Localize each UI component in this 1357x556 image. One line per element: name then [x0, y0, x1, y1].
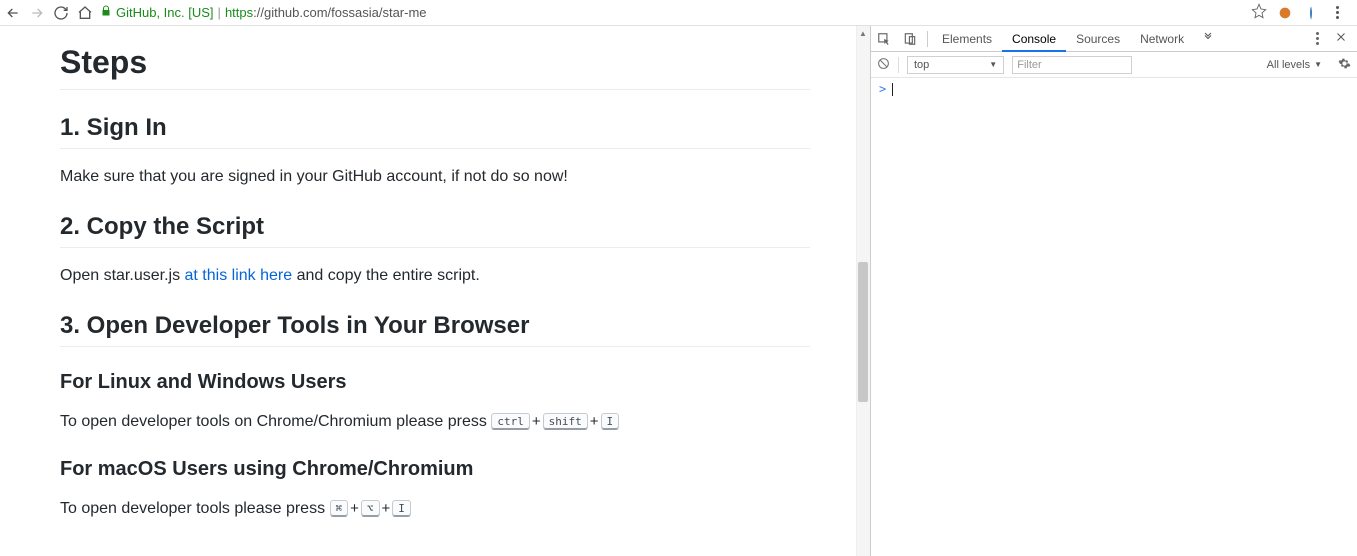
page-title: Steps [60, 44, 810, 90]
section-heading: 2. Copy the Script [60, 213, 810, 248]
paragraph: To open developer tools please press ⌘+⌥… [60, 497, 810, 521]
extension-icon-1[interactable] [1277, 5, 1293, 21]
kbd-key: I [392, 500, 411, 517]
paragraph: Make sure that you are signed in your Gi… [60, 165, 810, 189]
scroll-up-icon[interactable]: ▲ [856, 26, 870, 40]
paragraph: Open star.user.js at this link here and … [60, 264, 810, 288]
scrollbar[interactable]: ▲ [856, 26, 870, 556]
address-separator: | [218, 5, 221, 20]
devtools-close-icon[interactable] [1335, 31, 1347, 46]
chevron-down-icon: ▼ [989, 60, 997, 69]
tabs-overflow-icon[interactable] [1194, 31, 1222, 46]
tab-elements[interactable]: Elements [932, 26, 1002, 52]
tab-network[interactable]: Network [1130, 26, 1194, 52]
log-levels-selector[interactable]: All levels▼ [1267, 59, 1322, 71]
section-heading: 1. Sign In [60, 114, 810, 149]
tab-sources[interactable]: Sources [1066, 26, 1130, 52]
paragraph: To open developer tools on Chrome/Chromi… [60, 410, 810, 434]
device-toggle-icon[interactable] [897, 26, 923, 52]
bookmark-star-icon[interactable] [1251, 3, 1267, 22]
filter-input[interactable]: Filter [1012, 56, 1132, 74]
address-bar[interactable]: GitHub, Inc. [US] | https://github.com/f… [100, 5, 1245, 20]
clear-console-icon[interactable] [877, 57, 890, 73]
forward-button[interactable] [28, 4, 46, 22]
extension-icon-2[interactable] [1303, 5, 1319, 21]
browser-toolbar: GitHub, Inc. [US] | https://github.com/f… [0, 0, 1357, 26]
section-heading: 3. Open Developer Tools in Your Browser [60, 312, 810, 347]
kbd-key: ⌥ [361, 500, 380, 517]
devtools-tabbar: Elements Console Sources Network [871, 26, 1357, 52]
url-text: https://github.com/fossasia/star-me [225, 5, 427, 20]
kbd-key: ctrl [491, 413, 530, 430]
subsection-heading: For macOS Users using Chrome/Chromium [60, 458, 810, 481]
kbd-key: ⌘ [330, 500, 349, 517]
security-org: GitHub, Inc. [US] [116, 5, 214, 20]
kbd-key: I [601, 413, 620, 430]
devtools-panel: Elements Console Sources Network top▼ [870, 26, 1357, 556]
console-output[interactable]: > [871, 78, 1357, 556]
chevron-down-icon: ▼ [1314, 60, 1322, 69]
page-viewport: Steps 1. Sign In Make sure that you are … [0, 26, 870, 556]
back-button[interactable] [4, 4, 22, 22]
console-prompt-icon: > [879, 82, 886, 96]
scrollbar-thumb[interactable] [858, 262, 868, 402]
text-cursor [892, 83, 893, 96]
browser-menu-button[interactable] [1329, 6, 1345, 19]
tab-console[interactable]: Console [1002, 26, 1066, 52]
kbd-key: shift [543, 413, 588, 430]
subsection-heading: For Linux and Windows Users [60, 371, 810, 394]
console-settings-icon[interactable] [1338, 57, 1351, 73]
lock-icon [100, 5, 112, 20]
home-button[interactable] [76, 4, 94, 22]
console-toolbar: top▼ Filter All levels▼ [871, 52, 1357, 78]
devtools-menu-button[interactable] [1309, 32, 1325, 45]
script-link[interactable]: at this link here [185, 267, 293, 284]
context-selector[interactable]: top▼ [907, 56, 1004, 74]
inspect-element-icon[interactable] [871, 26, 897, 52]
reload-button[interactable] [52, 4, 70, 22]
